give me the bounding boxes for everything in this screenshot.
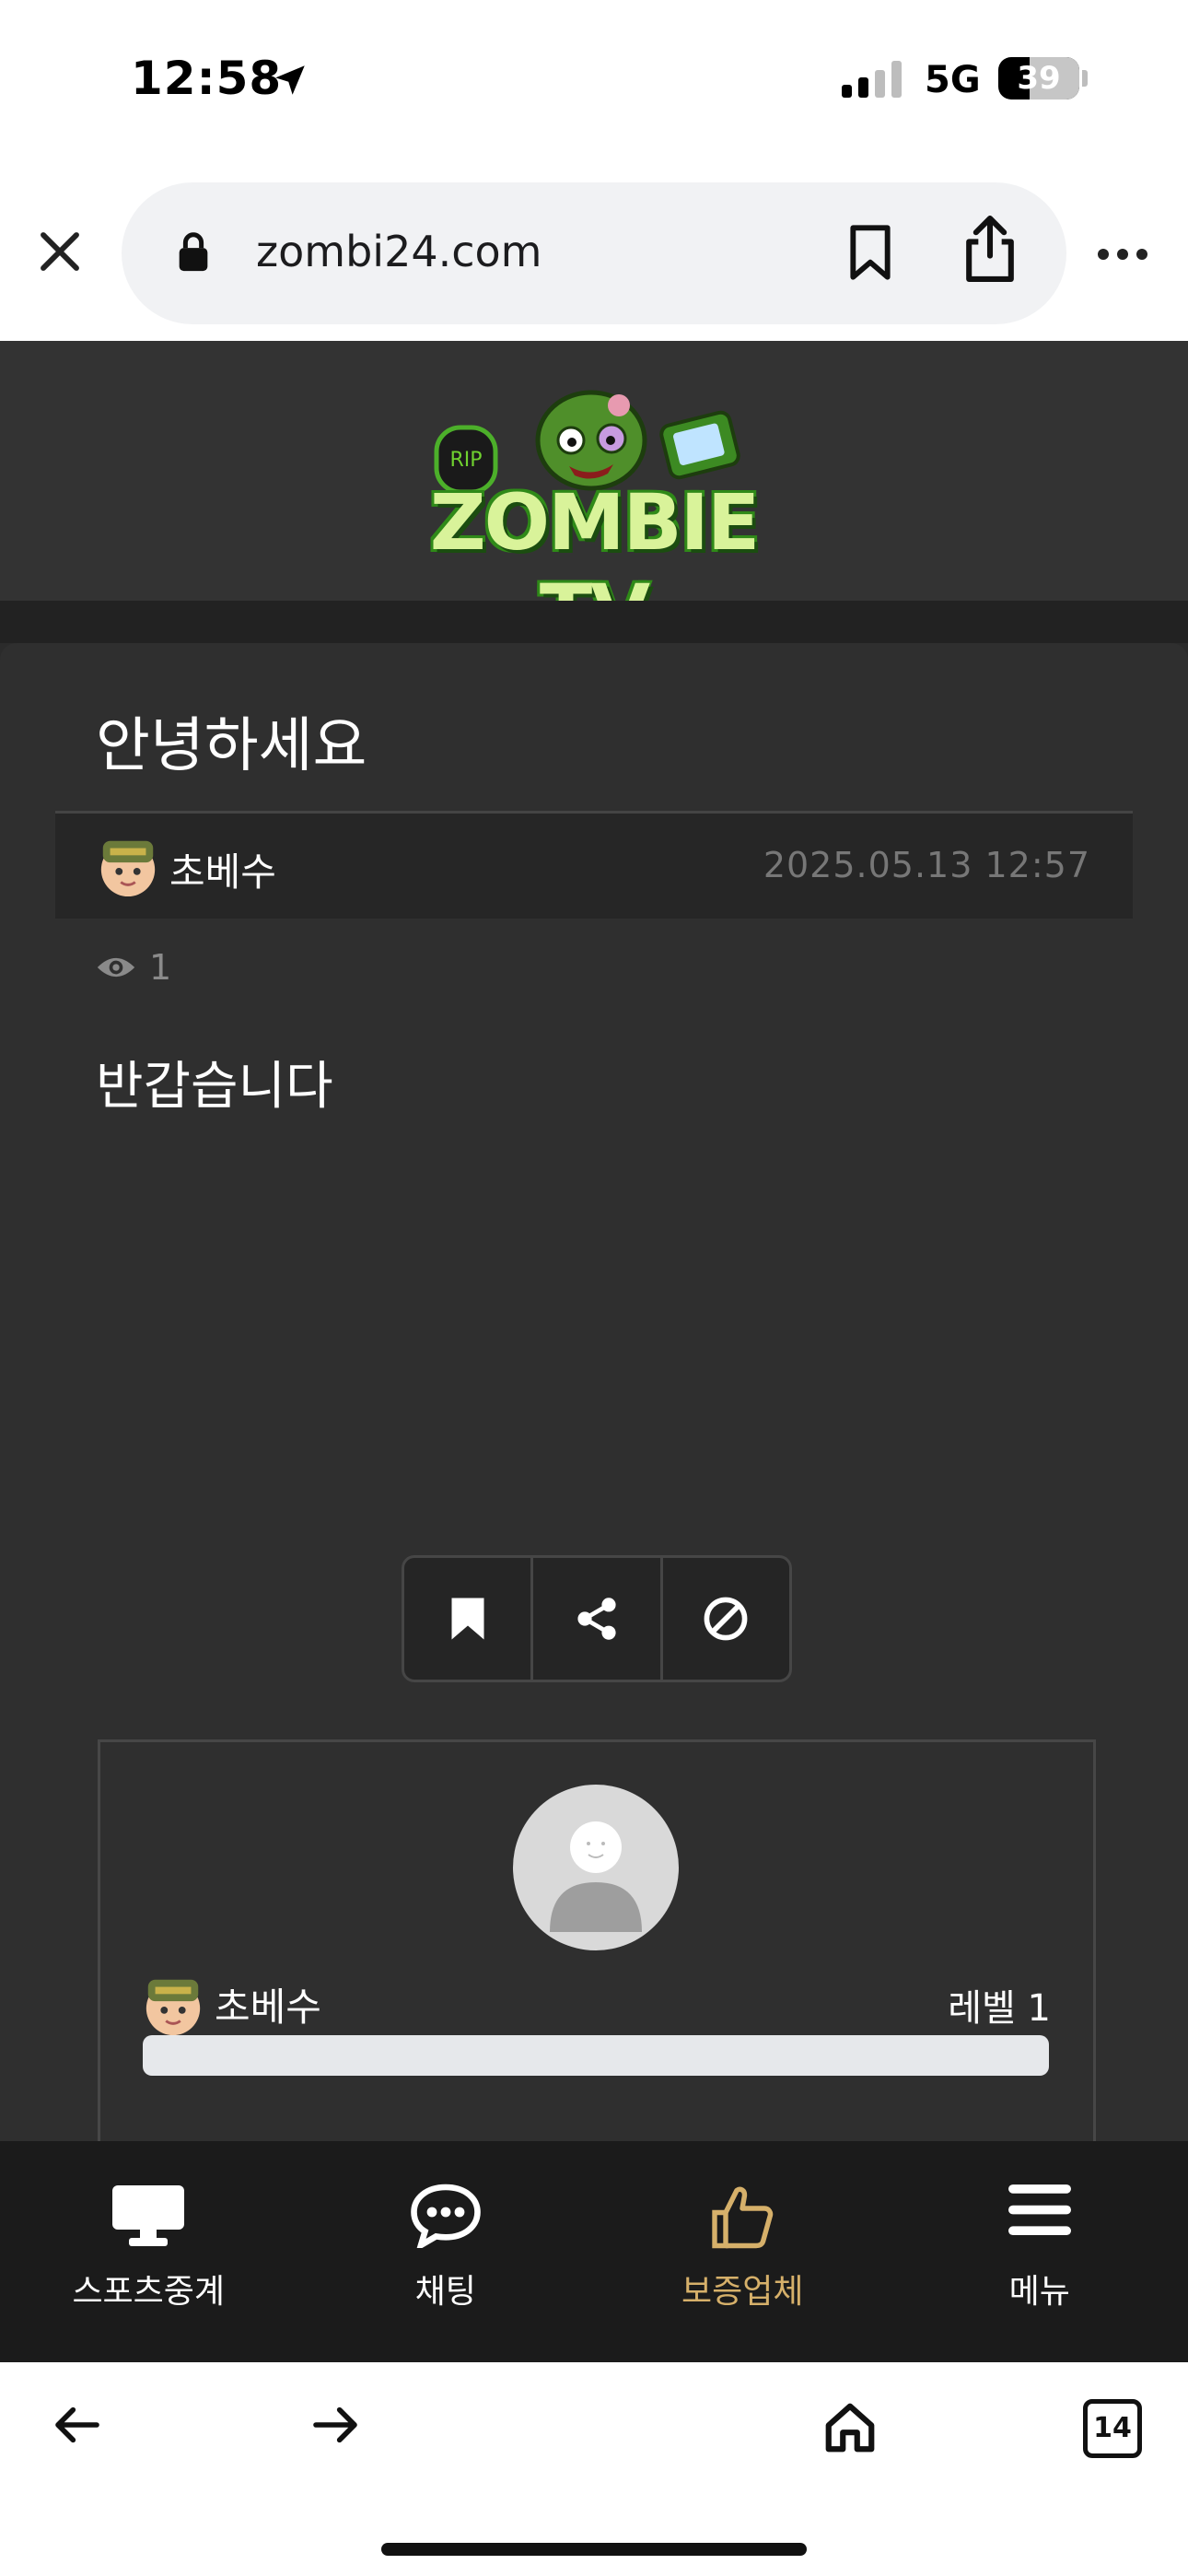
- thumbs-up-icon: [712, 2186, 774, 2249]
- cellular-signal-icon: [842, 59, 902, 98]
- post-date: 2025.05.13 12:57: [763, 845, 1090, 885]
- nav-sports[interactable]: 스포츠중계: [0, 2141, 297, 2362]
- battery-icon: 39: [998, 57, 1079, 100]
- monitor-icon: [112, 2185, 185, 2246]
- status-time: 12:58: [131, 52, 283, 105]
- scrap-button[interactable]: [404, 1558, 534, 1680]
- author-avatar[interactable]: [96, 834, 160, 898]
- bookmark-icon: [451, 1598, 484, 1640]
- chat-icon: [410, 2184, 481, 2248]
- battery-tip: [1082, 70, 1088, 87]
- network-type: 5G: [925, 59, 981, 101]
- author-profile: 초베수 레벨 1: [98, 1739, 1096, 2166]
- browser-toolbar: zombi24.com: [0, 166, 1188, 341]
- post-card: 안녕하세요 초베수 2025.05.13 12:57 1 반갑습니다 초베수 레…: [0, 643, 1188, 2166]
- header-divider: [0, 601, 1188, 643]
- lock-icon: [179, 232, 208, 272]
- nav-label: 보증업체: [681, 2273, 804, 2311]
- profile-level: 레벨 1: [948, 1987, 1051, 2030]
- forward-icon[interactable]: [309, 2399, 361, 2451]
- location-arrow-icon: [275, 65, 305, 95]
- status-bar: 12:58 5G 39: [0, 0, 1188, 166]
- site-bottom-nav: 스포츠중계 채팅 보증업체 메뉴: [0, 2141, 1188, 2362]
- nav-chat[interactable]: 채팅: [297, 2141, 595, 2362]
- eye-icon: [97, 957, 135, 978]
- profile-name: 초베수: [215, 1985, 321, 2030]
- home-indicator: [381, 2543, 807, 2556]
- post-body: 반갑습니다: [96, 1057, 333, 1117]
- share-button[interactable]: [533, 1558, 663, 1680]
- site-header: RIP ZOMBIE TV: [0, 341, 1188, 658]
- address-bar[interactable]: zombi24.com: [122, 182, 1066, 324]
- more-icon[interactable]: [1098, 249, 1147, 260]
- battery-percent: 39: [1017, 60, 1061, 97]
- post-meta: 초베수 2025.05.13 12:57: [55, 811, 1133, 919]
- logo-sign: RIP: [449, 449, 482, 472]
- post-title: 안녕하세요: [96, 712, 367, 780]
- default-user-icon: [550, 1821, 642, 1932]
- author-avatar: [146, 1979, 201, 2036]
- view-count: 1: [96, 947, 171, 988]
- view-count-value: 1: [149, 947, 172, 988]
- nav-menu[interactable]: 메뉴: [891, 2141, 1188, 2362]
- zombie-tv-logo[interactable]: RIP ZOMBIE TV: [372, 387, 816, 658]
- url-text: zombi24.com: [256, 227, 542, 276]
- share-icon: [577, 1598, 616, 1640]
- nav-label: 메뉴: [1008, 2273, 1070, 2311]
- nav-label: 스포츠중계: [72, 2273, 226, 2311]
- post-author[interactable]: 초베수: [169, 841, 276, 897]
- ban-icon: [704, 1597, 748, 1641]
- nav-label: 채팅: [414, 2273, 476, 2311]
- post-actions: [402, 1555, 792, 1682]
- level-progress-bar: [143, 2035, 1049, 2076]
- tabs-button[interactable]: 14: [1083, 2399, 1142, 2458]
- menu-icon: [1007, 2184, 1071, 2236]
- nav-guarantee[interactable]: 보증업체: [594, 2141, 891, 2362]
- close-icon[interactable]: [35, 227, 85, 276]
- home-icon[interactable]: [821, 2399, 879, 2456]
- profile-photo: [513, 1785, 679, 1950]
- bookmark-icon[interactable]: [845, 223, 895, 282]
- report-button[interactable]: [663, 1558, 789, 1680]
- browser-bottom-bar: 14: [0, 2362, 1188, 2576]
- back-icon[interactable]: [52, 2399, 103, 2451]
- share-icon[interactable]: [961, 214, 1019, 284]
